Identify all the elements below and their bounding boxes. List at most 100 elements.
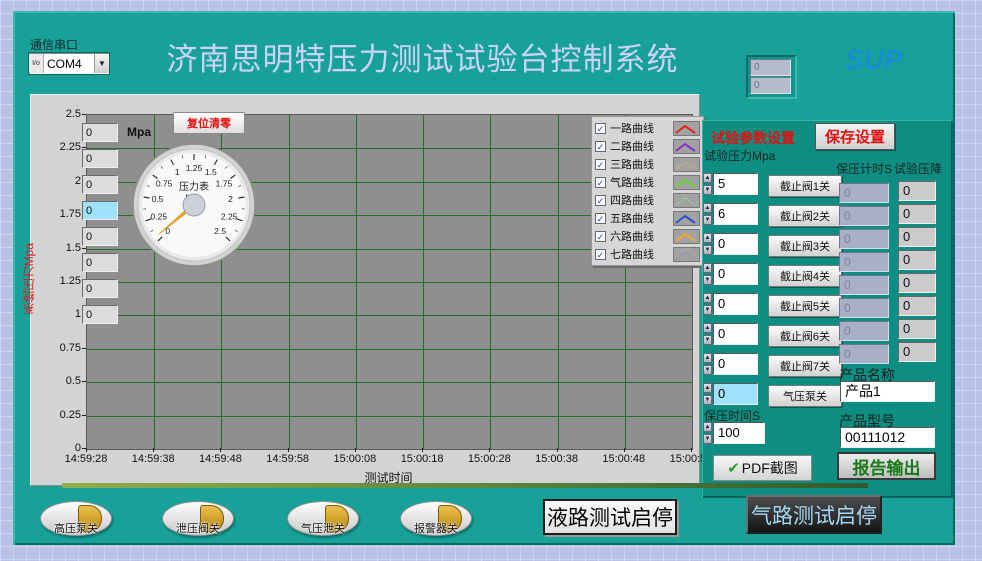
hold-timer-display: 0 bbox=[839, 183, 889, 203]
spinner-up-icon[interactable]: ▲ bbox=[703, 422, 712, 432]
toggle-switch[interactable]: 泄压阀关 bbox=[162, 501, 234, 536]
legend-line-swatch[interactable] bbox=[673, 121, 700, 136]
spinner-up-icon[interactable]: ▲ bbox=[703, 353, 712, 363]
test-pressure-input[interactable]: 0 bbox=[713, 353, 758, 375]
hold-timer-display: 0 bbox=[839, 252, 889, 272]
pdf-snapshot-button[interactable]: ✔ PDF截图 bbox=[713, 455, 812, 481]
svg-text:压力表: 压力表 bbox=[179, 180, 209, 193]
plot-legend: ✓一路曲线✓二路曲线✓三路曲线✓气路曲线✓四路曲线✓五路曲线✓六路曲线✓七路曲线 bbox=[591, 116, 704, 266]
pressure-spinner[interactable]: ▲▼ bbox=[703, 293, 712, 315]
spinner-down-icon[interactable]: ▼ bbox=[703, 245, 712, 255]
channel-value-box: 0 bbox=[82, 253, 118, 272]
y-tick-label: 0.25 bbox=[35, 409, 81, 421]
legend-line-swatch[interactable] bbox=[673, 175, 700, 190]
test-pressure-input[interactable]: 0 bbox=[713, 293, 758, 315]
gas-test-start-stop-button[interactable]: 气路测试启停 bbox=[746, 495, 882, 534]
legend-line-swatch[interactable] bbox=[673, 247, 700, 262]
legend-checkbox[interactable]: ✓ bbox=[595, 177, 606, 188]
legend-checkbox[interactable]: ✓ bbox=[595, 213, 606, 224]
legend-checkbox[interactable]: ✓ bbox=[595, 141, 606, 152]
spinner-down-icon[interactable]: ▼ bbox=[703, 305, 712, 315]
product-model-input[interactable]: 00111012 bbox=[840, 427, 935, 448]
legend-item-label: 气路曲线 bbox=[610, 174, 673, 190]
valve-toggle-button[interactable]: 截止阀2关 bbox=[768, 205, 842, 227]
y-tick-label: 1.25 bbox=[35, 275, 81, 287]
chevron-down-icon[interactable]: ▼ bbox=[94, 54, 109, 73]
spinner-up-icon[interactable]: ▲ bbox=[703, 173, 712, 183]
test-pressure-input[interactable]: 0 bbox=[713, 383, 758, 405]
spinner-up-icon[interactable]: ▲ bbox=[703, 383, 712, 393]
legend-item-label: 五路曲线 bbox=[610, 210, 673, 226]
svg-text:0.75: 0.75 bbox=[156, 178, 173, 188]
test-pressure-input[interactable]: 0 bbox=[713, 323, 758, 345]
legend-item[interactable]: ✓ 气路曲线 bbox=[595, 173, 700, 191]
test-pressure-input[interactable]: 6 bbox=[713, 203, 758, 225]
legend-line-swatch[interactable] bbox=[673, 211, 700, 226]
reset-zero-button[interactable]: 复位清零 bbox=[173, 112, 245, 134]
legend-item[interactable]: ✓一路曲线 bbox=[595, 119, 700, 137]
spinner-down-icon[interactable]: ▼ bbox=[703, 335, 712, 345]
svg-text:2.5: 2.5 bbox=[214, 226, 226, 236]
product-name-input[interactable]: 产品1 bbox=[840, 381, 935, 402]
serial-port-combo[interactable]: I/o COM4 ▼ bbox=[28, 52, 110, 75]
spinner-up-icon[interactable]: ▲ bbox=[703, 293, 712, 303]
spinner-up-icon[interactable]: ▲ bbox=[703, 203, 712, 213]
test-pressure-input[interactable]: 5 bbox=[713, 173, 758, 195]
spinner-up-icon[interactable]: ▲ bbox=[703, 323, 712, 333]
legend-checkbox[interactable]: ✓ bbox=[595, 231, 606, 242]
pressure-spinner[interactable]: ▲▼ bbox=[703, 383, 712, 405]
spinner-down-icon[interactable]: ▼ bbox=[703, 434, 712, 444]
spinner-up-icon[interactable]: ▲ bbox=[703, 263, 712, 273]
toggle-switch[interactable]: 气压泄关 bbox=[287, 501, 359, 536]
spinner-down-icon[interactable]: ▼ bbox=[703, 395, 712, 405]
serial-port-value: COM4 bbox=[44, 57, 94, 71]
valve-toggle-button[interactable]: 截止阀3关 bbox=[768, 235, 842, 257]
test-pressure-input[interactable]: 0 bbox=[713, 233, 758, 255]
spinner-down-icon[interactable]: ▼ bbox=[703, 185, 712, 195]
valve-toggle-button[interactable]: 截止阀7关 bbox=[768, 355, 842, 377]
legend-item[interactable]: ✓六路曲线 bbox=[595, 227, 700, 245]
x-tick-mark bbox=[624, 448, 625, 452]
grid-line-h bbox=[87, 416, 692, 417]
legend-line-swatch[interactable] bbox=[673, 229, 700, 244]
pressure-spinner[interactable]: ▲▼ bbox=[703, 203, 712, 225]
test-pressure-input[interactable]: 0 bbox=[713, 263, 758, 285]
legend-line-swatch[interactable] bbox=[673, 193, 700, 208]
liquid-test-start-stop-button[interactable]: 液路测试启停 bbox=[543, 499, 677, 535]
toggle-switch[interactable]: 高压泵关 bbox=[40, 501, 112, 536]
legend-checkbox[interactable]: ✓ bbox=[595, 195, 606, 206]
valve-toggle-button[interactable]: 截止阀5关 bbox=[768, 295, 842, 317]
valve-toggle-button[interactable]: 截止阀6关 bbox=[768, 325, 842, 347]
report-output-button[interactable]: 报告输出 bbox=[837, 452, 936, 480]
pressure-spinner[interactable]: ▲▼ bbox=[703, 173, 712, 195]
legend-checkbox[interactable]: ✓ bbox=[595, 249, 606, 260]
legend-item[interactable]: ✓七路曲线 bbox=[595, 245, 700, 263]
legend-item[interactable]: ✓四路曲线 bbox=[595, 191, 700, 209]
legend-item[interactable]: ✓二路曲线 bbox=[595, 137, 700, 155]
toggle-switch[interactable]: 报警器关 bbox=[400, 501, 472, 536]
pressure-spinner[interactable]: ▲▼ bbox=[703, 233, 712, 255]
legend-item[interactable]: ✓三路曲线 bbox=[595, 155, 700, 173]
spinner-up-icon[interactable]: ▲ bbox=[703, 233, 712, 243]
valve-toggle-button[interactable]: 气压泵关 bbox=[768, 385, 842, 407]
legend-item[interactable]: ✓ 五路曲线 bbox=[595, 209, 700, 227]
spinner-down-icon[interactable]: ▼ bbox=[703, 215, 712, 225]
legend-line-swatch[interactable] bbox=[673, 157, 700, 172]
toggle-switch-label: 气压泄关 bbox=[288, 520, 358, 536]
spinner-down-icon[interactable]: ▼ bbox=[703, 275, 712, 285]
save-settings-button[interactable]: 保存设置 bbox=[815, 123, 895, 150]
visa-io-icon: I/o bbox=[29, 54, 44, 73]
grid-line-v bbox=[423, 115, 424, 449]
legend-checkbox[interactable]: ✓ bbox=[595, 159, 606, 170]
valve-toggle-button[interactable]: 截止阀1关 bbox=[768, 175, 842, 197]
legend-line-swatch[interactable] bbox=[673, 139, 700, 154]
hold-time-input[interactable]: 100 bbox=[713, 422, 765, 444]
pressure-spinner[interactable]: ▲▼ bbox=[703, 353, 712, 375]
valve-toggle-button[interactable]: 截止阀4关 bbox=[768, 265, 842, 287]
hold-time-spinner[interactable]: ▲ ▼ bbox=[703, 422, 712, 444]
pressure-spinner[interactable]: ▲▼ bbox=[703, 323, 712, 345]
pressure-spinner[interactable]: ▲▼ bbox=[703, 263, 712, 285]
legend-checkbox[interactable]: ✓ bbox=[595, 123, 606, 134]
spinner-down-icon[interactable]: ▼ bbox=[703, 365, 712, 375]
pressure-drop-display: 0 bbox=[898, 296, 936, 316]
